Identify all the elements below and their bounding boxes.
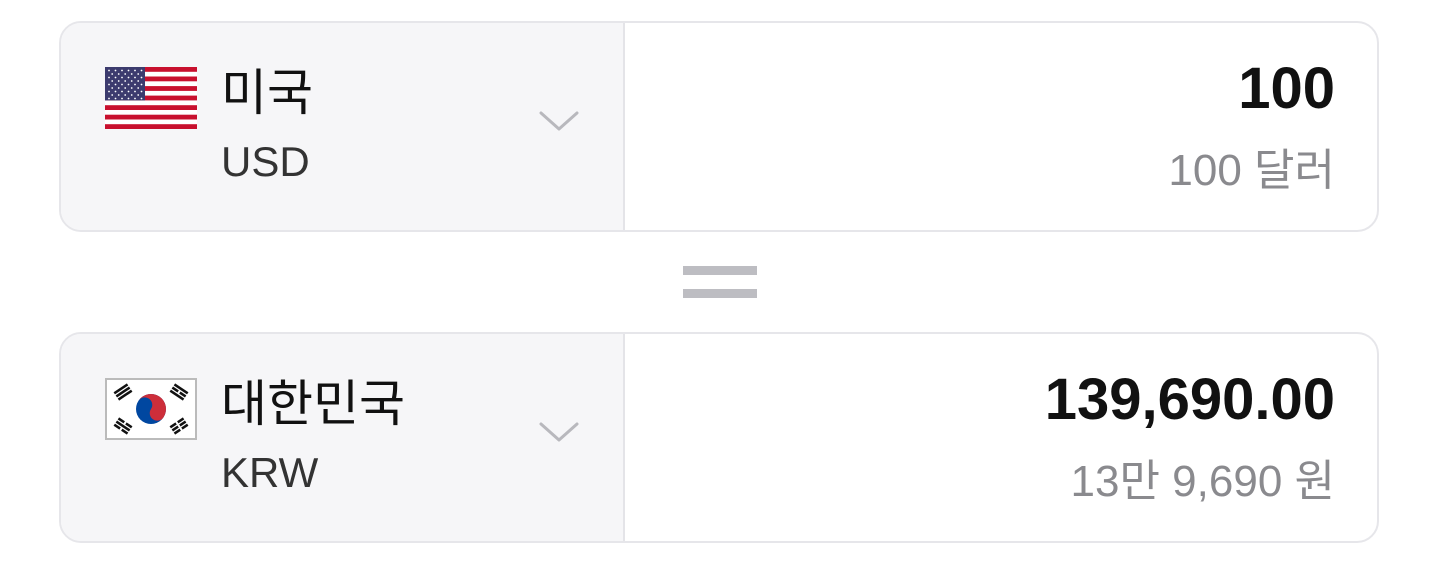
- to-amount-words: 13만 9,690 원: [1070, 457, 1335, 506]
- from-amount[interactable]: 100: [1238, 55, 1335, 123]
- from-amount-words: 100 달러: [1168, 146, 1335, 195]
- equals-bar-bottom: [683, 289, 757, 298]
- from-currency-card: 미국 USD 100 100 달러: [59, 21, 1379, 232]
- to-amount-field[interactable]: 139,690.00 13만 9,690 원: [625, 334, 1377, 541]
- to-currency-card: 대한민국 KRW 139,690.00 13만 9,690 원: [59, 332, 1379, 543]
- chevron-down-icon[interactable]: [537, 107, 581, 135]
- chevron-down-icon[interactable]: [537, 418, 581, 446]
- to-country-name: 대한민국: [221, 376, 405, 432]
- to-amount[interactable]: 139,690.00: [1045, 366, 1335, 434]
- from-currency-selector[interactable]: 미국 USD: [61, 23, 625, 230]
- equals-icon: [683, 266, 757, 300]
- from-country-name: 미국: [221, 65, 313, 121]
- to-currency-code: KRW: [221, 449, 319, 496]
- from-currency-code: USD: [221, 138, 310, 185]
- us-flag-icon: [105, 67, 197, 129]
- kr-flag-icon: [105, 378, 197, 440]
- to-currency-selector[interactable]: 대한민국 KRW: [61, 334, 625, 541]
- equals-bar-top: [683, 266, 757, 275]
- from-amount-field[interactable]: 100 100 달러: [625, 23, 1377, 230]
